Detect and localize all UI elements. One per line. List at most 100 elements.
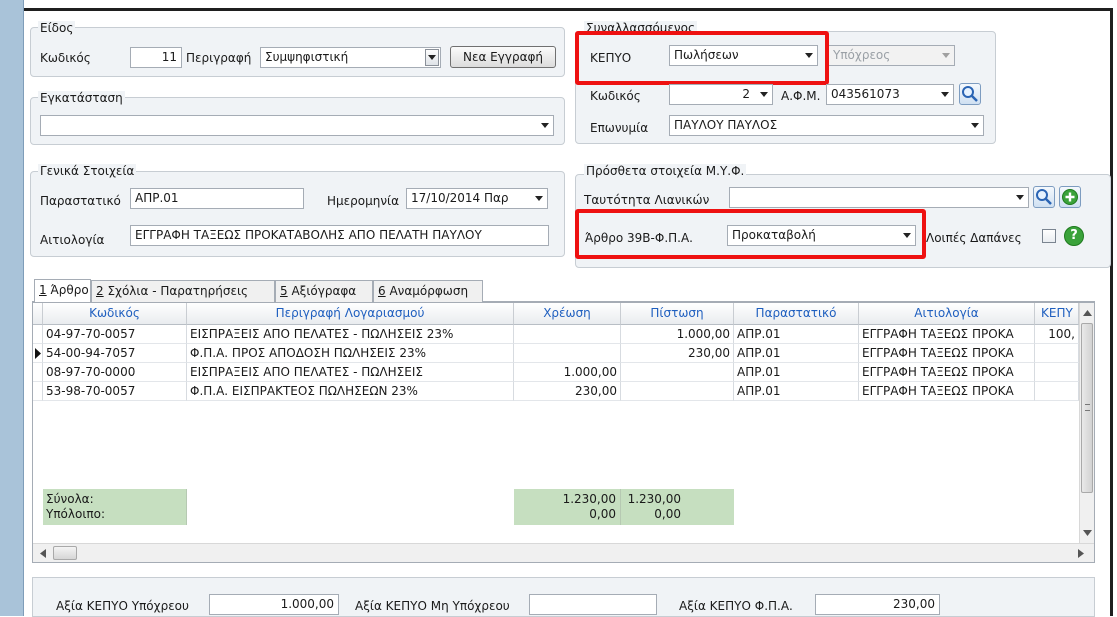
tautotita-dropdown[interactable] <box>729 187 1029 208</box>
table-row[interactable]: 04-97-70-0057 ΕΙΣΠΡΑΞΕΙΣ ΑΠΟ ΠΕΛΑΤΕΣ - Π… <box>33 325 1079 344</box>
cell-code[interactable]: 08-97-70-0000 <box>43 363 187 382</box>
cell-kepy[interactable] <box>1035 363 1079 382</box>
eidos-code-input[interactable]: 11 <box>130 47 182 68</box>
partner-code-dropdown[interactable]: 2 <box>669 84 773 105</box>
cell-description[interactable]: Φ.Π.Α. ΕΙΣΠΡΑΚΤΕΟΣ ΠΩΛΗΣΕΩΝ 23% <box>187 382 514 401</box>
ypoxreou-input[interactable]: 1.000,00 <box>209 594 339 615</box>
chevron-down-icon[interactable] <box>531 189 547 208</box>
table-row[interactable]: 53-98-70-0057 Φ.Π.Α. ΕΙΣΠΡΑΚΤΕΟΣ ΠΩΛΗΣΕΩ… <box>33 382 1079 401</box>
loipes-label: Λοιπές Δαπάνες <box>926 231 1022 245</box>
chevron-down-icon[interactable] <box>756 85 772 104</box>
cell-debit[interactable] <box>514 344 621 363</box>
column-header-document[interactable]: Παραστατικό <box>734 303 859 325</box>
cell-credit[interactable] <box>621 382 734 401</box>
cell-credit[interactable] <box>621 363 734 382</box>
afm-value: 043561073 <box>831 87 900 101</box>
partner-search-button[interactable] <box>959 83 981 105</box>
vertical-scroll-thumb[interactable] <box>1081 323 1093 493</box>
scroll-right-icon[interactable] <box>1073 546 1088 561</box>
scroll-left-icon[interactable] <box>35 546 50 561</box>
apologia-input[interactable]: ΕΓΓΡΑΦΗ ΤΑΞΕΩΣ ΠΡΟΚΑΤΑΒΟΛΗΣ ΑΠΟ ΠΕΛΑΤΗ Π… <box>130 225 549 246</box>
tab-axiografa[interactable]: 5 Αξιόγραφα <box>275 280 373 302</box>
cell-reason[interactable]: ΕΓΓΡΑΦΗ ΤΑΞΕΩΣ ΠΡΟΚΑ <box>859 344 1035 363</box>
totals-debit-cell: 1.230,00 0,00 <box>514 489 621 525</box>
tab-axiografa-num: 5 <box>280 284 288 298</box>
cell-reason[interactable]: ΕΓΓΡΑΦΗ ΤΑΞΕΩΣ ΠΡΟΚΑ <box>859 382 1035 401</box>
grip-icon <box>1085 404 1090 411</box>
tab-anamorfosi-num: 6 <box>378 284 386 298</box>
totals-credit-cell: 1.230,00 0,00 <box>621 489 734 525</box>
cell-description[interactable]: Φ.Π.Α. ΠΡΟΣ ΑΠΟΔΟΣΗ ΠΩΛΗΣΕΙΣ 23% <box>187 344 514 363</box>
chevron-down-icon[interactable] <box>537 116 553 135</box>
ypoxreou-label: Αξία ΚΕΠΥΟ Υπόχρεου <box>56 599 189 613</box>
fpa-input[interactable]: 230,00 <box>815 594 940 615</box>
cell-credit[interactable]: 230,00 <box>621 344 734 363</box>
cell-document[interactable]: ΑΠΡ.01 <box>734 325 859 344</box>
eidos-desc-dropdown[interactable]: Συμψηφιστική <box>260 47 441 68</box>
search-icon <box>962 86 978 102</box>
column-header-debit[interactable]: Χρέωση <box>514 303 621 325</box>
mi-ypoxreou-input[interactable] <box>529 594 657 615</box>
tab-anamorfosi-label: Αναμόρφωση <box>385 284 469 298</box>
scroll-down-icon[interactable] <box>1080 525 1094 540</box>
parastatiko-input[interactable]: ΑΠΡ.01 <box>130 188 304 209</box>
tautotita-add-button[interactable] <box>1059 186 1081 208</box>
column-header-code[interactable]: Κωδικός <box>43 303 187 325</box>
vertical-scrollbar[interactable] <box>1079 303 1094 543</box>
table-row[interactable]: 08-97-70-0000 ΕΙΣΠΡΑΞΕΙΣ ΑΠΟ ΠΕΛΑΤΕΣ - Π… <box>33 363 1079 382</box>
total-credit: 1.230,00 <box>627 492 681 506</box>
afm-dropdown[interactable]: 043561073 <box>826 84 954 105</box>
horizontal-scrollbar[interactable] <box>33 543 1094 562</box>
journal-entry-window: Είδος Κωδικός 11 Περιγραφή Συμψηφιστική … <box>24 8 1113 617</box>
cell-kepy[interactable] <box>1035 382 1079 401</box>
cell-kepy[interactable]: 100, <box>1035 325 1079 344</box>
tab-anamorfosi[interactable]: 6 Αναμόρφωση <box>373 280 483 302</box>
column-header-kepy[interactable]: ΚΕΠΥ <box>1035 303 1079 325</box>
row-indicator <box>33 325 43 344</box>
scroll-up-icon[interactable] <box>1080 305 1094 320</box>
egkatastasi-dropdown[interactable] <box>40 115 554 136</box>
tautotita-search-button[interactable] <box>1033 186 1055 208</box>
cell-reason[interactable]: ΕΓΓΡΑΦΗ ΤΑΞΕΩΣ ΠΡΟΚΑ <box>859 363 1035 382</box>
chevron-down-icon <box>938 46 954 65</box>
horizontal-scroll-thumb[interactable] <box>53 546 77 560</box>
date-value: 17/10/2014 Παρ <box>411 191 509 205</box>
arthro-highlight-box <box>575 209 926 259</box>
column-header-description[interactable]: Περιγραφή Λογαριασμού <box>187 303 514 325</box>
cell-document[interactable]: ΑΠΡ.01 <box>734 344 859 363</box>
cell-document[interactable]: ΑΠΡ.01 <box>734 382 859 401</box>
chevron-down-icon[interactable] <box>937 85 953 104</box>
cell-debit[interactable]: 230,00 <box>514 382 621 401</box>
cell-debit[interactable] <box>514 325 621 344</box>
new-entry-button[interactable]: Νεα Εγγραφή <box>450 46 556 68</box>
eponymia-value: ΠΑΥΛΟΥ ΠΑΥΛΟΣ <box>674 118 778 132</box>
entries-grid: Κωδικός Περιγραφή Λογαριασμού Χρέωση Πίσ… <box>32 302 1095 563</box>
eidos-desc-label: Περιγραφή <box>186 51 252 65</box>
cell-code[interactable]: 54-00-94-7057 <box>43 344 187 363</box>
cell-description[interactable]: ΕΙΣΠΡΑΞΕΙΣ ΑΠΟ ΠΕΛΑΤΕΣ - ΠΩΛΗΣΕΙΣ <box>187 363 514 382</box>
cell-credit[interactable]: 1.000,00 <box>621 325 734 344</box>
column-header-credit[interactable]: Πίστωση <box>621 303 734 325</box>
cell-reason[interactable]: ΕΓΓΡΑΦΗ ΤΑΞΕΩΣ ΠΡΟΚΑ <box>859 325 1035 344</box>
chevron-down-icon[interactable] <box>967 116 983 135</box>
balance-debit: 0,00 <box>589 507 616 521</box>
tab-sxolia[interactable]: 2 Σχόλια - Παρατηρήσεις <box>91 280 275 302</box>
column-header-reason[interactable]: Αιτιολογία <box>859 303 1035 325</box>
tab-arthro[interactable]: 1 Άρθρο <box>34 279 91 302</box>
help-icon[interactable]: ? <box>1064 226 1084 246</box>
ypoxreos-value: Υπόχρεος <box>833 48 891 62</box>
cell-debit[interactable]: 1.000,00 <box>514 363 621 382</box>
cell-kepy[interactable] <box>1035 344 1079 363</box>
cell-code[interactable]: 53-98-70-0057 <box>43 382 187 401</box>
date-dropdown[interactable]: 17/10/2014 Παρ <box>406 188 548 209</box>
chevron-down-icon[interactable] <box>425 49 439 66</box>
cell-document[interactable]: ΑΠΡ.01 <box>734 363 859 382</box>
afm-label: Α.Φ.Μ. <box>781 89 821 103</box>
cell-code[interactable]: 04-97-70-0057 <box>43 325 187 344</box>
loipes-checkbox[interactable] <box>1042 229 1056 243</box>
eponymia-dropdown[interactable]: ΠΑΥΛΟΥ ΠΑΥΛΟΣ <box>669 115 984 136</box>
chevron-down-icon[interactable] <box>1012 188 1028 207</box>
cell-description[interactable]: ΕΙΣΠΡΑΞΕΙΣ ΑΠΟ ΠΕΛΑΤΕΣ - ΠΩΛΗΣΕΙΣ 23% <box>187 325 514 344</box>
genika-group-title: Γενικά Στοιχεία <box>38 164 137 178</box>
table-row[interactable]: 54-00-94-7057 Φ.Π.Α. ΠΡΟΣ ΑΠΟΔΟΣΗ ΠΩΛΗΣΕ… <box>33 344 1079 363</box>
